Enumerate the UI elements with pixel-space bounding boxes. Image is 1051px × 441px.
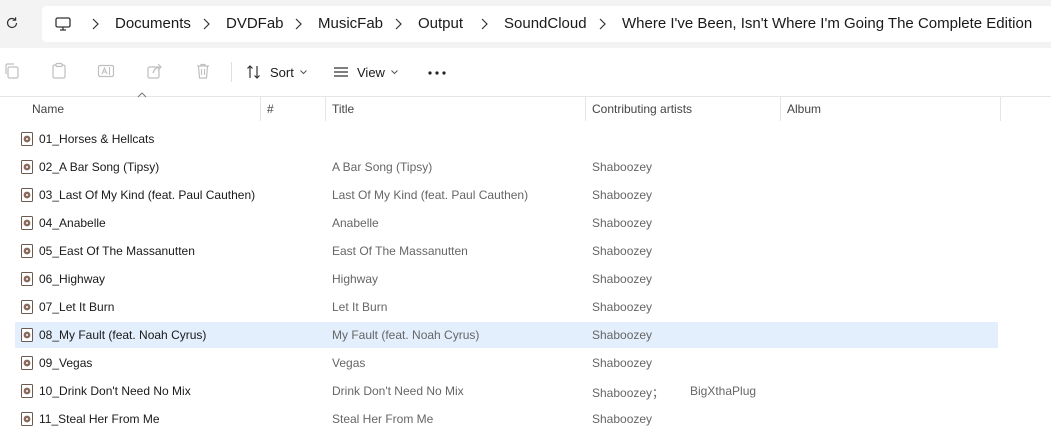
address-bar: Documents DVDFab MusicFab Output SoundCl… (0, 0, 1051, 48)
file-contributing-artist: Shaboozey (592, 160, 653, 174)
chevron-right-icon[interactable] (393, 17, 403, 31)
file-row[interactable]: 11_Steal Her From Me Steal Her From Me Sha… (15, 406, 998, 432)
file-name: 04_Anabelle (39, 216, 106, 230)
file-row[interactable]: 03_Last Of My Kind (feat. Paul Cauthen) L… (15, 182, 998, 208)
column-header: Name # Title Contributing artists Album (0, 92, 1051, 121)
file-title: A Bar Song (Tipsy) (332, 160, 433, 174)
file-contributing-artist-secondary: BigXthaPlug (690, 384, 757, 398)
file-title: Let It Burn (332, 300, 388, 314)
file-row[interactable]: 01_Horses & Hellcats (15, 126, 998, 152)
file-row[interactable]: 10_Drink Don't Need No Mix Drink Don't Ne… (15, 378, 998, 404)
view-button[interactable]: View (333, 60, 398, 84)
file-contributing-artist: Shaboozey (592, 356, 653, 370)
audio-file-icon (21, 412, 33, 426)
command-bar: Sort View (0, 48, 1051, 97)
audio-file-icon (21, 216, 33, 230)
column-divider[interactable] (585, 97, 586, 121)
file-title: Steal Her From Me (332, 412, 434, 426)
file-contributing-artist: Shaboozey (592, 216, 653, 230)
breadcrumb-musicfab[interactable]: MusicFab (318, 15, 383, 32)
chevron-right-icon[interactable] (479, 17, 489, 31)
file-name: 09_Vegas (39, 356, 93, 370)
paste-icon[interactable] (50, 62, 68, 80)
file-contributing-artist: Shaboozey (592, 412, 653, 426)
column-title[interactable]: Title (332, 102, 354, 116)
file-title: Vegas (332, 356, 366, 370)
toolbar-divider (231, 62, 232, 82)
file-name: 06_Highway (39, 272, 106, 286)
file-name: 10_Drink Don't Need No Mix (39, 384, 191, 398)
column-divider[interactable] (1000, 97, 1001, 121)
file-name: 03_Last Of My Kind (feat. Paul Cauthen) (39, 188, 256, 202)
file-title: Anabelle (332, 216, 379, 230)
audio-file-icon (21, 384, 33, 398)
column-divider[interactable] (325, 97, 326, 121)
column-number[interactable]: # (267, 102, 274, 116)
sort-label: Sort (270, 64, 294, 80)
breadcrumb-soundcloud[interactable]: SoundCloud (504, 15, 587, 32)
file-title: Last Of My Kind (feat. Paul Cauthen) (332, 188, 529, 202)
audio-file-icon (21, 188, 33, 202)
file-contributing-artist: Shaboozey (592, 300, 653, 314)
delete-icon[interactable] (194, 62, 212, 80)
chevron-right-icon[interactable] (597, 17, 607, 31)
more-icon[interactable] (428, 71, 446, 75)
column-divider[interactable] (260, 97, 261, 121)
refresh-icon (6, 17, 18, 29)
audio-file-icon (21, 132, 33, 146)
file-row[interactable]: 04_Anabelle Anabelle Shaboozey (15, 210, 998, 236)
sort-icon (247, 65, 260, 79)
audio-file-icon (21, 356, 33, 370)
file-title: Highway (332, 272, 379, 286)
file-row[interactable]: 06_Highway Highway Shaboozey (15, 266, 998, 292)
breadcrumb-documents[interactable]: Documents (115, 15, 191, 32)
file-title: Drink Don't Need No Mix (332, 384, 464, 398)
sort-button[interactable]: Sort (246, 60, 307, 84)
column-album[interactable]: Album (787, 102, 821, 116)
sort-ascending-icon (137, 92, 147, 98)
file-row[interactable]: 08_My Fault (feat. Noah Cyrus) My Fault (… (15, 322, 998, 348)
file-row[interactable]: 02_A Bar Song (Tipsy) A Bar Song (Tipsy) S… (15, 154, 998, 180)
file-row[interactable]: 09_Vegas Vegas Shaboozey (15, 350, 998, 376)
chevron-down-icon (391, 69, 398, 74)
audio-file-icon (21, 160, 33, 174)
file-name: 07_Let It Burn (39, 300, 115, 314)
file-name: 02_A Bar Song (Tipsy) (39, 160, 160, 174)
chevron-right-icon[interactable] (293, 17, 303, 31)
chevron-down-icon (299, 69, 307, 74)
share-icon[interactable] (146, 62, 164, 80)
view-icon (334, 67, 348, 77)
audio-file-icon (21, 328, 33, 342)
file-contributing-artist: Shaboozey (592, 272, 653, 286)
audio-file-icon (21, 272, 33, 286)
file-row[interactable]: 05_East Of The Massanutten East Of The Ma… (15, 238, 998, 264)
file-contributing-artist: Shaboozey (592, 188, 653, 202)
column-divider[interactable] (780, 97, 781, 121)
breadcrumb-output[interactable]: Output (418, 15, 463, 32)
file-contributing-artist: Shaboozey (592, 328, 653, 342)
view-label: View (357, 64, 385, 80)
rename-icon[interactable] (97, 62, 115, 80)
file-row[interactable]: 07_Let It Burn Let It Burn Shaboozey (15, 294, 998, 320)
audio-file-icon (21, 244, 33, 258)
copy-icon[interactable] (3, 62, 21, 80)
file-name: 08_My Fault (feat. Noah Cyrus) (39, 328, 207, 342)
computer-icon[interactable] (54, 15, 72, 33)
column-name[interactable]: Name (32, 102, 64, 116)
chevron-right-icon[interactable] (201, 17, 211, 31)
file-name: 01_Horses & Hellcats (39, 132, 155, 146)
chevron-right-icon[interactable] (90, 17, 100, 31)
breadcrumb: Documents DVDFab MusicFab Output SoundCl… (42, 6, 1051, 42)
column-contributing-artists[interactable]: Contributing artists (592, 102, 692, 116)
file-contributing-artist: Shaboozey； (592, 386, 665, 400)
breadcrumb-dvdfab[interactable]: DVDFab (226, 15, 284, 32)
file-name: 11_Steal Her From Me (39, 412, 160, 426)
file-title: My Fault (feat. Noah Cyrus) (332, 328, 480, 342)
file-title: East Of The Massanutten (332, 244, 468, 258)
refresh-button[interactable] (2, 13, 22, 33)
file-name: 05_East Of The Massanutten (39, 244, 195, 258)
breadcrumb-album-folder[interactable]: Where I've Been, Isn't Where I'm Going T… (622, 15, 1032, 32)
file-contributing-artist: Shaboozey (592, 244, 653, 258)
audio-file-icon (21, 300, 33, 314)
